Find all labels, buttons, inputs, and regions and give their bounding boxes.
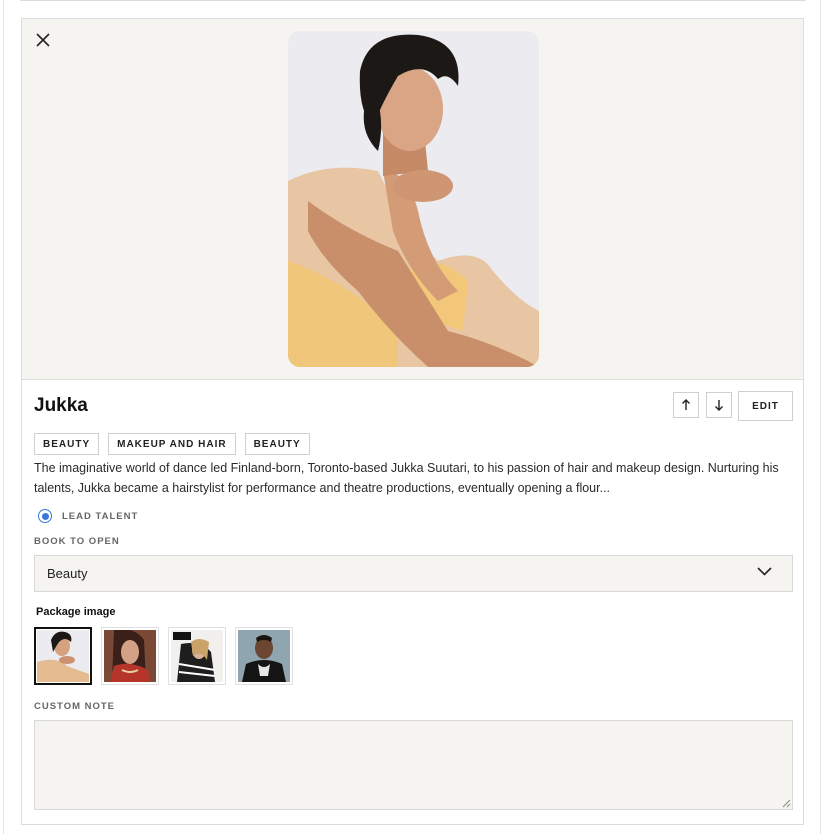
talent-card: Jukka EDIT BEAUTY MAKEUP AND HAIR BEAUTY… [21,18,804,825]
page-border-right [820,0,821,834]
close-button[interactable] [32,29,54,51]
edit-button[interactable]: EDIT [738,391,793,421]
book-to-open-select[interactable]: Beauty [34,555,793,592]
move-up-button[interactable] [673,392,699,418]
lead-talent-label: LEAD TALENT [62,510,139,522]
talent-name: Jukka [34,395,88,416]
book-to-open-label: BOOK TO OPEN [34,536,120,547]
lead-talent-option[interactable]: LEAD TALENT [38,509,138,523]
package-thumbnail-3[interactable] [168,627,226,685]
arrow-up-icon [682,399,690,410]
package-thumbnail-4[interactable] [235,627,293,685]
move-down-button[interactable] [706,392,732,418]
page-border-left [3,0,4,834]
custom-note-field[interactable] [34,720,793,810]
package-thumbnail-1[interactable] [34,627,92,685]
resize-handle-icon[interactable] [782,799,791,808]
package-thumbnail-2[interactable] [101,627,159,685]
tag-makeup-and-hair: MAKEUP AND HAIR [108,433,236,455]
talent-bio: The imaginative world of dance led Finla… [34,461,779,495]
package-image-label: Package image [36,606,116,618]
radio-selected-dot [41,512,49,520]
page-border-top [20,0,806,1]
close-icon [36,33,50,47]
chevron-down-icon [757,567,772,576]
book-to-open-value: Beauty [47,566,88,581]
arrow-down-icon [715,400,723,411]
custom-note-label: CUSTOM NOTE [34,701,116,712]
package-image-thumbnails [34,627,293,685]
tag-list: BEAUTY MAKEUP AND HAIR BEAUTY [34,433,310,455]
tag-beauty-2: BEAUTY [244,433,310,455]
profile-photo [288,31,539,367]
hero-image-area [22,19,803,380]
lead-talent-radio[interactable] [38,509,52,523]
tag-beauty: BEAUTY [34,433,100,455]
